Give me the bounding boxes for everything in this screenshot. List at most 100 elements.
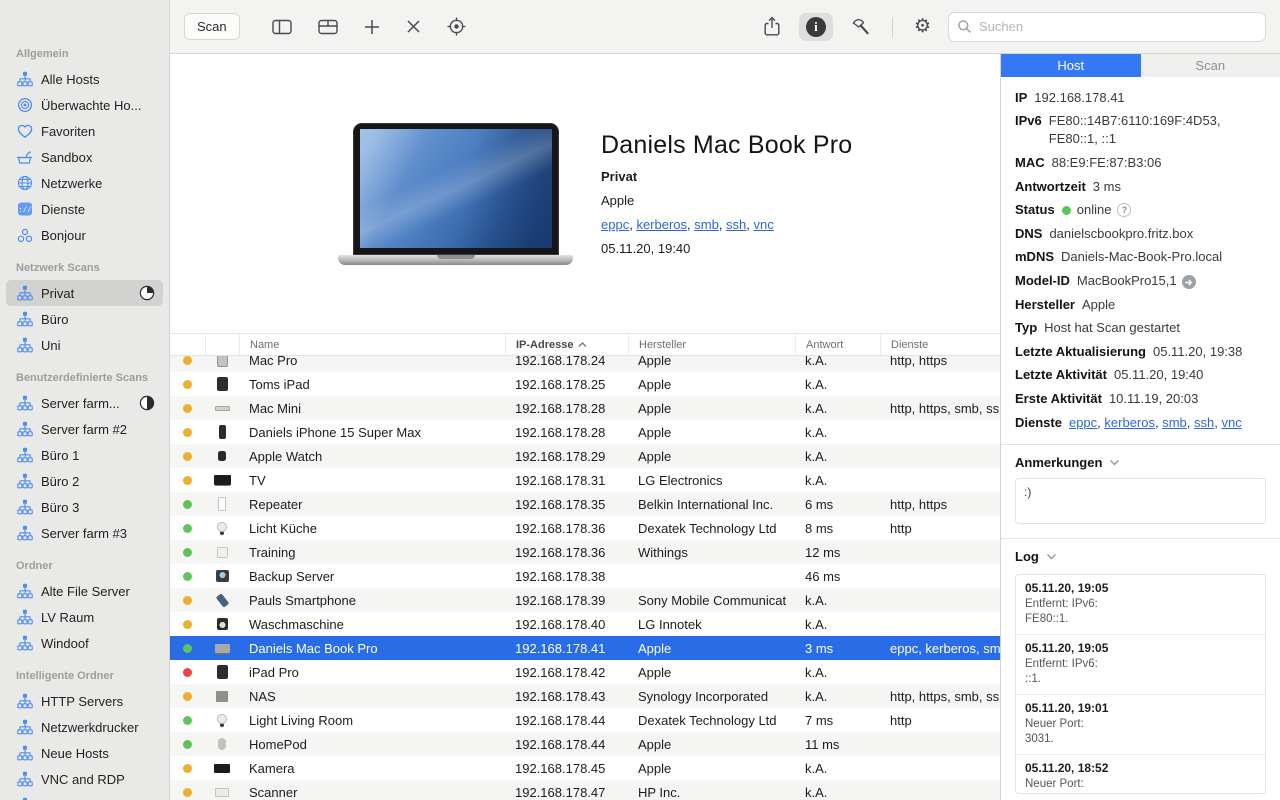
sidebar-layout-icon bbox=[271, 17, 293, 37]
service-link-ssh[interactable]: ssh bbox=[726, 217, 746, 232]
service-link-kerberos[interactable]: kerberos bbox=[636, 217, 687, 232]
service-link-kerberos[interactable]: kerberos bbox=[1104, 415, 1155, 430]
table-row[interactable]: Licht Küche192.168.178.36Dexatek Technol… bbox=[170, 516, 1000, 540]
table-row[interactable]: Daniels iPhone 15 Super Max192.168.178.2… bbox=[170, 420, 1000, 444]
sidebar-item-netzwerkdrucker[interactable]: Netzwerkdrucker bbox=[6, 714, 163, 740]
sidebar-item-b-ro-1[interactable]: Büro 1 bbox=[6, 442, 163, 468]
table-row[interactable]: Toms iPad192.168.178.25Applek.A. bbox=[170, 372, 1000, 396]
sidebar-item-uni[interactable]: Uni bbox=[6, 332, 163, 358]
sidebar-item-windoof[interactable]: Windoof bbox=[6, 630, 163, 656]
sidebar-section-label: Benutzerdefinierte Scans bbox=[0, 370, 169, 390]
log-list[interactable]: 05.11.20, 19:05Entfernt: IPv6: FE80::1.0… bbox=[1015, 574, 1266, 794]
help-icon[interactable]: ? bbox=[1117, 203, 1131, 217]
service-link-eppc[interactable]: eppc bbox=[1069, 415, 1097, 430]
column-header-hersteller[interactable]: Hersteller bbox=[628, 334, 795, 355]
sidebar-item-bonjour[interactable]: Bonjour bbox=[6, 222, 163, 248]
cell-ip: 192.168.178.41 bbox=[505, 641, 628, 656]
info-button[interactable]: i bbox=[799, 13, 833, 41]
sidebar-item-server-farm-3[interactable]: Server farm #3 bbox=[6, 520, 163, 546]
table-row[interactable]: Kamera192.168.178.45Applek.A. bbox=[170, 756, 1000, 780]
sidebar-item-sandbox[interactable]: Sandbox bbox=[6, 144, 163, 170]
remove-button[interactable] bbox=[398, 14, 429, 39]
log-header[interactable]: Log bbox=[1001, 545, 1280, 568]
sidebar-item-dienste[interactable]: ://Dienste bbox=[6, 196, 163, 222]
table-row[interactable]: HomePod192.168.178.44Apple11 ms bbox=[170, 732, 1000, 756]
table-row[interactable]: Backup Server192.168.178.3846 ms bbox=[170, 564, 1000, 588]
device-tablet-icon bbox=[205, 376, 239, 393]
network-tree-icon bbox=[16, 421, 33, 438]
sidebar-item-alte-file-server[interactable]: Alte File Server bbox=[6, 578, 163, 604]
cell-vendor: HP Inc. bbox=[628, 785, 795, 800]
tab-scan[interactable]: Scan bbox=[1141, 54, 1280, 77]
model-lookup-icon[interactable] bbox=[1182, 275, 1196, 289]
sidebar-item-b-ro[interactable]: Büro bbox=[6, 306, 163, 332]
field-label: IP bbox=[1015, 89, 1027, 107]
table-row[interactable]: TV192.168.178.31LG Electronicsk.A. bbox=[170, 468, 1000, 492]
table-row[interactable]: Repeater192.168.178.35Belkin Internation… bbox=[170, 492, 1000, 516]
cell-vendor: Withings bbox=[628, 545, 795, 560]
network-tree-icon bbox=[16, 285, 33, 302]
sidebar-item-http-servers[interactable]: HTTP Servers bbox=[6, 688, 163, 714]
table-row[interactable]: Training192.168.178.36Withings12 ms bbox=[170, 540, 1000, 564]
service-link-vnc[interactable]: vnc bbox=[1221, 415, 1241, 430]
sidebar-item-privat[interactable]: Privat bbox=[6, 280, 163, 306]
sidebar-item-vnc-and-rdp[interactable]: VNC and RDP bbox=[6, 766, 163, 792]
service-link-smb[interactable]: smb bbox=[1162, 415, 1187, 430]
table-row[interactable]: Waschmaschine192.168.178.40LG Innotekk.A… bbox=[170, 612, 1000, 636]
sidebar-item-alle-hosts[interactable]: Alle Hosts bbox=[6, 66, 163, 92]
settings-button[interactable]: ⚙ bbox=[907, 13, 938, 40]
table-row[interactable]: Apple Watch192.168.178.29Applek.A. bbox=[170, 444, 1000, 468]
app-window: AllgemeinAlle HostsÜberwachte Ho...Favor… bbox=[0, 0, 1280, 800]
search-input[interactable] bbox=[948, 12, 1266, 42]
table-row[interactable]: Mac Pro192.168.178.24Applek.A.http, http… bbox=[170, 356, 1000, 372]
sidebar-item-b-ro-2[interactable]: Büro 2 bbox=[6, 468, 163, 494]
cell-response: k.A. bbox=[795, 425, 880, 440]
scan-button[interactable]: Scan bbox=[184, 13, 240, 40]
scan-target-button[interactable] bbox=[439, 12, 474, 41]
device-repeater-icon bbox=[205, 496, 239, 513]
sidebar-item-server-farm-2[interactable]: Server farm #2 bbox=[6, 416, 163, 442]
column-device-icon[interactable] bbox=[205, 334, 239, 355]
field-label: Letzte Aktualisierung bbox=[1015, 343, 1146, 361]
sidebar-item-ipads[interactable]: iPads bbox=[6, 792, 163, 800]
sidebar-item-neue-hosts[interactable]: Neue Hosts bbox=[6, 740, 163, 766]
sidebar-item-b-ro-3[interactable]: Büro 3 bbox=[6, 494, 163, 520]
column-status[interactable] bbox=[170, 334, 205, 355]
table-row[interactable]: Scanner192.168.178.47HP Inc.k.A. bbox=[170, 780, 1000, 800]
sidebar-item-favoriten[interactable]: Favoriten bbox=[6, 118, 163, 144]
sidebar-item-berwachte-ho[interactable]: Überwachte Ho... bbox=[6, 92, 163, 118]
field-value: 10.11.19, 20:03 bbox=[1109, 390, 1198, 408]
column-header-label: Antwort bbox=[806, 339, 843, 351]
column-header-dienste[interactable]: Dienste bbox=[880, 334, 1000, 355]
tab-host[interactable]: Host bbox=[1001, 54, 1141, 77]
tools-button[interactable] bbox=[843, 12, 878, 41]
column-header-name[interactable]: Name bbox=[239, 334, 505, 355]
cell-response: 11 ms bbox=[795, 737, 880, 752]
add-button[interactable] bbox=[356, 14, 388, 40]
column-header-ip-adresse[interactable]: IP-Adresse bbox=[505, 334, 628, 355]
table-row[interactable]: NAS192.168.178.43Synology Incorporatedk.… bbox=[170, 684, 1000, 708]
service-link-smb[interactable]: smb bbox=[694, 217, 719, 232]
toggle-detail-layout-button[interactable] bbox=[310, 13, 346, 41]
service-link-vnc[interactable]: vnc bbox=[754, 217, 774, 232]
sidebar-item-lv-raum[interactable]: LV Raum bbox=[6, 604, 163, 630]
table-row[interactable]: Daniels Mac Book Pro192.168.178.41Apple3… bbox=[170, 636, 1000, 660]
sidebar-section-label: Ordner bbox=[0, 558, 169, 578]
table-row[interactable]: iPad Pro192.168.178.42Applek.A. bbox=[170, 660, 1000, 684]
table-row[interactable]: Pauls Smartphone192.168.178.39Sony Mobil… bbox=[170, 588, 1000, 612]
table-row[interactable]: Mac Mini192.168.178.28Applek.A.http, htt… bbox=[170, 396, 1000, 420]
table-row[interactable]: Light Living Room192.168.178.44Dexatek T… bbox=[170, 708, 1000, 732]
sidebar-item-netzwerke[interactable]: Netzwerke bbox=[6, 170, 163, 196]
column-header-label: Dienste bbox=[891, 339, 928, 351]
notes-input[interactable]: :) bbox=[1015, 478, 1266, 524]
share-button[interactable] bbox=[755, 12, 789, 41]
sidebar-item-server-farm[interactable]: Server farm... bbox=[6, 390, 163, 416]
bonjour-icon bbox=[16, 227, 33, 244]
toggle-sidebar-button[interactable] bbox=[264, 13, 300, 41]
column-header-antwort[interactable]: Antwort bbox=[795, 334, 880, 355]
cell-response: 8 ms bbox=[795, 521, 880, 536]
service-link-ssh[interactable]: ssh bbox=[1194, 415, 1214, 430]
cell-services: http, https, smb, ssh bbox=[880, 689, 1000, 704]
service-link-eppc[interactable]: eppc bbox=[601, 217, 629, 232]
notes-header[interactable]: Anmerkungen bbox=[1001, 451, 1280, 474]
